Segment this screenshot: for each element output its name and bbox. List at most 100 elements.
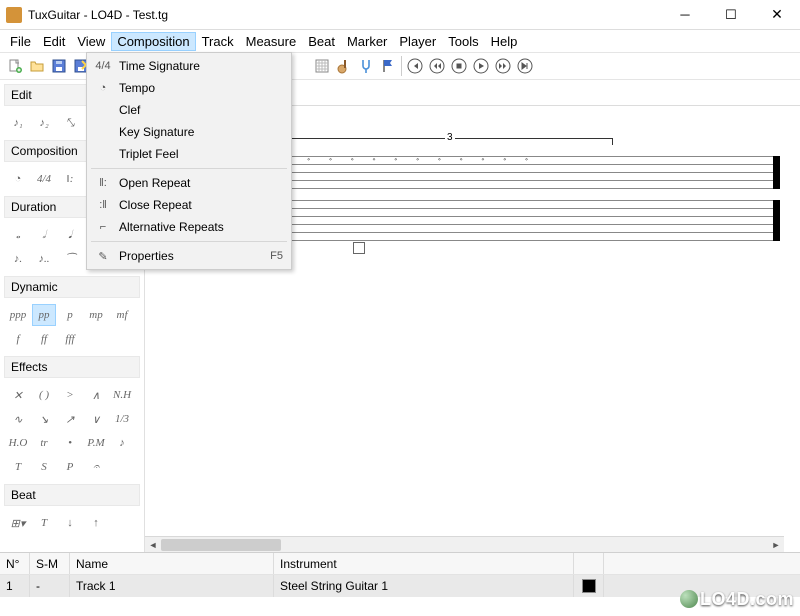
dynamic-f-button[interactable]: f <box>6 328 30 350</box>
beat-stroke-down-button[interactable]: ↓ <box>58 512 82 534</box>
rewind-icon <box>429 58 445 74</box>
skip-last-icon <box>517 58 533 74</box>
duration-dotted-button[interactable]: ♪. <box>6 248 30 270</box>
effect-vibrato-button[interactable]: ∿ <box>6 408 30 430</box>
edit-voice2-button[interactable]: ♪₂ <box>32 112 56 134</box>
edit-voice1-button[interactable]: ♪₁ <box>6 112 30 134</box>
chord-button[interactable] <box>311 55 333 77</box>
new-button[interactable] <box>4 55 26 77</box>
tempo-button[interactable]: ◔ <box>6 168 30 190</box>
duration-whole-button[interactable]: 𝅝 <box>6 224 30 246</box>
properties-icon: ✎ <box>95 248 111 264</box>
menu-open-repeat[interactable]: ‖: Open Repeat <box>89 172 289 194</box>
effect-accent-button[interactable]: > <box>58 384 82 406</box>
repeat-button[interactable]: ‖: <box>58 168 82 190</box>
menu-track[interactable]: Track <box>196 32 240 51</box>
menu-key-signature[interactable]: Key Signature <box>89 121 289 143</box>
menu-measure[interactable]: Measure <box>240 32 303 51</box>
dynamic-mp-button[interactable]: mp <box>84 304 108 326</box>
scrollbar-thumb[interactable] <box>161 539 281 551</box>
close-button[interactable]: ✕ <box>754 0 800 29</box>
maximize-button[interactable]: ☐ <box>708 0 754 29</box>
open-button[interactable] <box>26 55 48 77</box>
player-stop-button[interactable] <box>448 55 470 77</box>
scroll-left-arrow-icon[interactable]: ◄ <box>145 537 161 552</box>
effect-slide-button[interactable]: ↘ <box>32 408 56 430</box>
player-play-button[interactable] <box>470 55 492 77</box>
titlebar: TuxGuitar - LO4D - Test.tg ─ ☐ ✕ <box>0 0 800 30</box>
marker-button[interactable] <box>377 55 399 77</box>
duration-tie-button[interactable]: ⁀ <box>58 248 82 270</box>
menu-alternative-repeats[interactable]: ⌐ Alternative Repeats <box>89 216 289 238</box>
player-next-button[interactable] <box>492 55 514 77</box>
minimize-button[interactable]: ─ <box>662 0 708 29</box>
menu-triplet-feel[interactable]: Triplet Feel <box>89 143 289 165</box>
menu-close-repeat[interactable]: :‖ Close Repeat <box>89 194 289 216</box>
col-instrument[interactable]: Instrument <box>274 553 574 574</box>
track-color[interactable] <box>574 575 604 597</box>
effect-slapping-button[interactable]: S <box>32 456 56 478</box>
col-color[interactable] <box>574 553 604 574</box>
effect-bend-button[interactable]: ↗ <box>58 408 82 430</box>
track-instrument: Steel String Guitar 1 <box>274 575 574 597</box>
menu-tempo[interactable]: ◔ Tempo <box>89 77 289 99</box>
watermark-text: LO4D.com <box>700 589 794 609</box>
beat-stroke-up-button[interactable]: ↑ <box>84 512 108 534</box>
effect-staccato-button[interactable]: • <box>58 432 82 454</box>
menu-help[interactable]: Help <box>485 32 524 51</box>
edit-select-button[interactable]: ⤡ <box>58 112 82 134</box>
effect-heavy-accent-button[interactable]: ∧ <box>84 384 108 406</box>
beat-text-button[interactable]: T <box>32 512 56 534</box>
dynamic-ff-button[interactable]: ff <box>32 328 56 350</box>
effect-harmonic-button[interactable]: N.H <box>110 384 134 406</box>
menu-label: Time Signature <box>119 59 200 73</box>
effect-triplet-button[interactable]: 1/3 <box>110 408 134 430</box>
fretboard-button[interactable] <box>333 55 355 77</box>
menu-edit[interactable]: Edit <box>37 32 71 51</box>
col-number[interactable]: N° <box>0 553 30 574</box>
menu-label: Key Signature <box>119 125 194 139</box>
menu-label: Close Repeat <box>119 198 192 212</box>
effect-palmmute-button[interactable]: P.M <box>84 432 108 454</box>
menu-file[interactable]: File <box>4 32 37 51</box>
dynamic-p-button[interactable]: p <box>58 304 82 326</box>
effect-ghost-button[interactable]: ( ) <box>32 384 56 406</box>
menu-view[interactable]: View <box>71 32 111 51</box>
timesig-button[interactable]: 4/4 <box>32 168 56 190</box>
menu-time-signature[interactable]: 4/4 Time Signature <box>89 55 289 77</box>
effect-dead-button[interactable]: ✕ <box>6 384 30 406</box>
menu-clef[interactable]: Clef <box>89 99 289 121</box>
duration-quarter-button[interactable]: 𝅘𝅥 <box>58 224 82 246</box>
effect-tremolo-button[interactable]: ∨ <box>84 408 108 430</box>
dynamic-ppp-button[interactable]: ppp <box>6 304 30 326</box>
effect-trill-button[interactable]: tr <box>32 432 56 454</box>
dynamic-pp-button[interactable]: pp <box>32 304 56 326</box>
menu-marker[interactable]: Marker <box>341 32 393 51</box>
col-sm[interactable]: S-M <box>30 553 70 574</box>
effect-grace-button[interactable]: ♪ <box>110 432 134 454</box>
save-button[interactable] <box>48 55 70 77</box>
panel-beat-title: Beat <box>4 484 140 506</box>
menu-composition[interactable]: Composition <box>111 32 195 51</box>
menu-properties[interactable]: ✎ Properties F5 <box>89 245 289 267</box>
duration-half-button[interactable]: 𝅗𝅥 <box>32 224 56 246</box>
menu-beat[interactable]: Beat <box>302 32 341 51</box>
beat-chord-button[interactable]: ⊞▾ <box>6 512 30 534</box>
player-first-button[interactable] <box>404 55 426 77</box>
player-prev-button[interactable] <box>426 55 448 77</box>
effect-fermata-button[interactable]: 𝄐 <box>84 456 108 478</box>
effect-popping-button[interactable]: P <box>58 456 82 478</box>
menu-tools[interactable]: Tools <box>442 32 484 51</box>
effect-tapping-button[interactable]: T <box>6 456 30 478</box>
menu-label: Alternative Repeats <box>119 220 224 234</box>
scroll-right-arrow-icon[interactable]: ► <box>768 537 784 552</box>
dynamic-fff-button[interactable]: fff <box>58 328 82 350</box>
duration-dbldotted-button[interactable]: ♪.. <box>32 248 56 270</box>
col-name[interactable]: Name <box>70 553 274 574</box>
dynamic-mf-button[interactable]: mf <box>110 304 134 326</box>
horizontal-scrollbar[interactable]: ◄ ► <box>145 536 784 552</box>
instruments-button[interactable] <box>355 55 377 77</box>
menu-player[interactable]: Player <box>393 32 442 51</box>
effect-hammer-button[interactable]: H.O <box>6 432 30 454</box>
player-last-button[interactable] <box>514 55 536 77</box>
